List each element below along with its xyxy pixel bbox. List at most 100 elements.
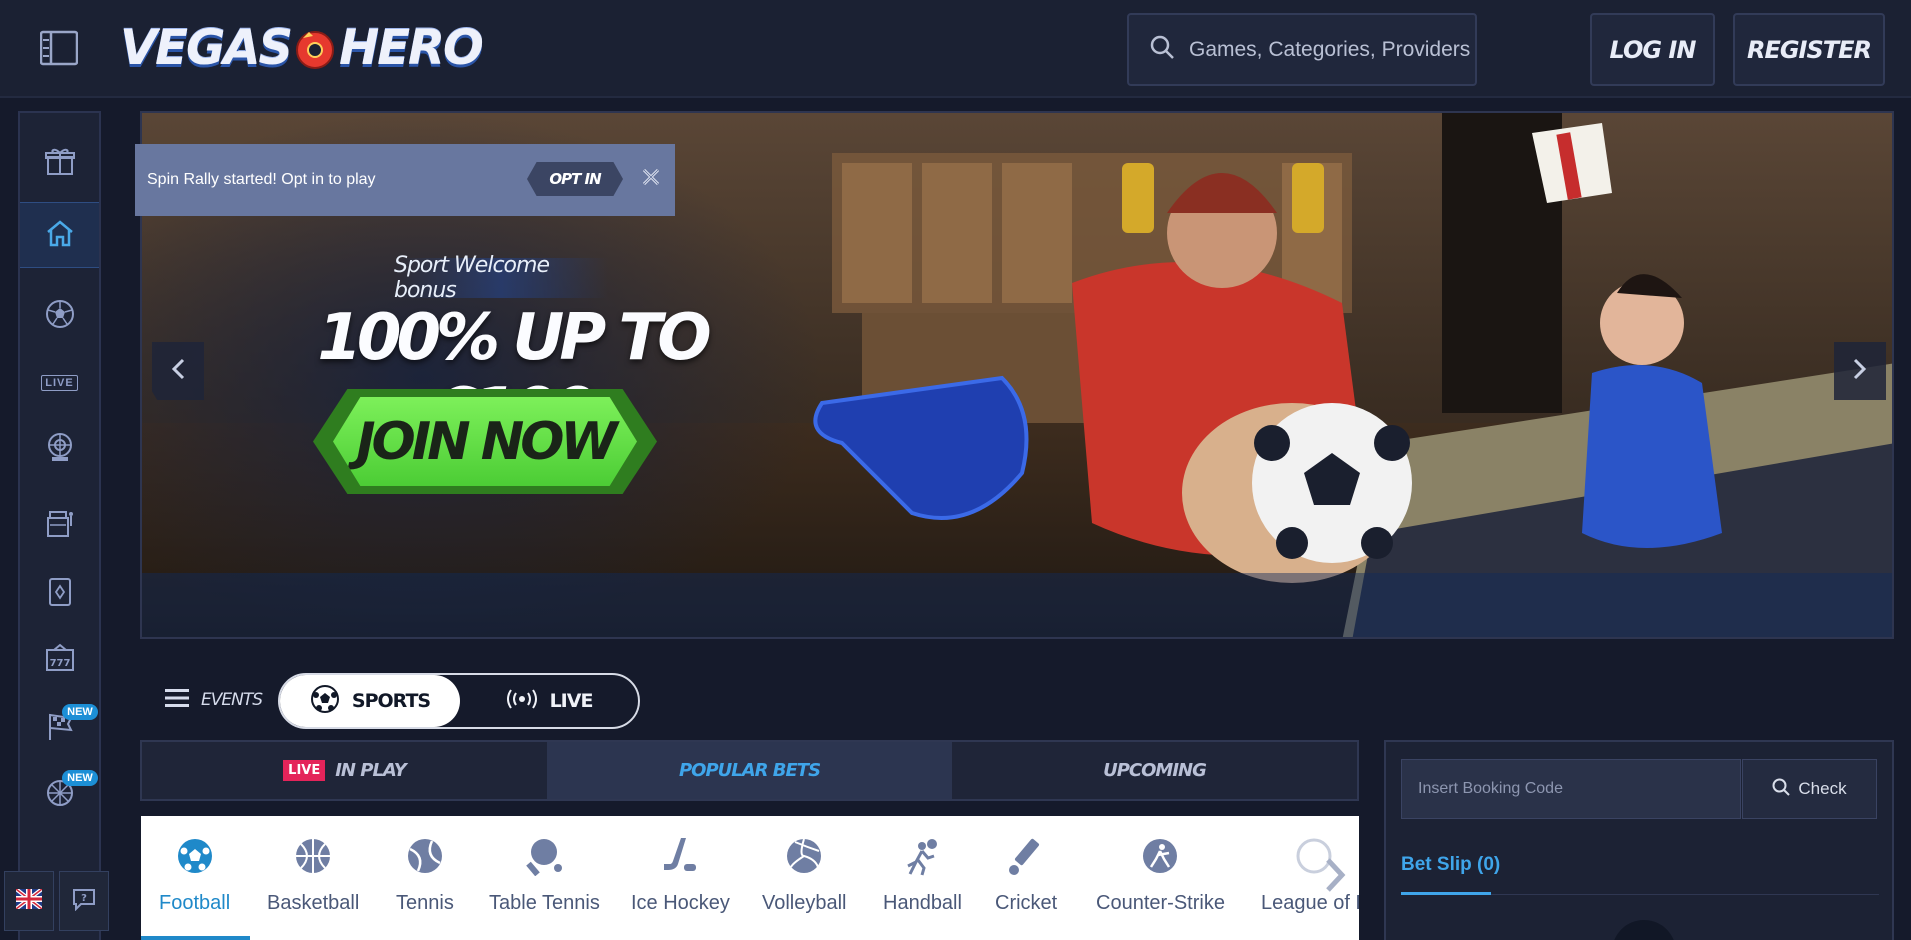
sport-item-ice-hockey[interactable]: Ice Hockey [631, 816, 730, 940]
tennis-icon [405, 836, 445, 876]
ice-hockey-icon [660, 836, 700, 876]
live-toggle-label: LIVE [549, 690, 594, 712]
gift-icon [44, 145, 76, 182]
promo-subtitle: Sport Welcome bonus [394, 253, 608, 303]
sport-item-tennis[interactable]: Tennis [396, 816, 454, 940]
bet-slip-tab-indicator [1401, 892, 1491, 895]
menu-toggle-icon[interactable] [39, 30, 79, 66]
volleyball-icon [784, 836, 824, 876]
sports-ball-icon [44, 298, 76, 335]
basketball-icon [293, 836, 333, 876]
slots-icon: 777 [44, 642, 76, 679]
events-label: EVENTS [201, 690, 263, 710]
chevron-right-icon [1310, 858, 1360, 914]
sports-toggle-label: SPORTS [351, 690, 431, 712]
language-selector[interactable] [4, 871, 54, 931]
help-chat-button[interactable]: ? [59, 871, 109, 931]
sport-label: Handball [883, 892, 962, 914]
search-placeholder: Games, Categories, Providers [1189, 37, 1471, 61]
logo-text-left: VEGAS [120, 20, 293, 76]
tab-in-play[interactable]: LIVE IN PLAY [142, 742, 547, 799]
counter-strike-icon [1140, 836, 1180, 876]
new-badge: NEW [62, 770, 98, 786]
sport-item-football[interactable]: Football [141, 816, 251, 940]
sport-item-table-tennis[interactable]: Table Tennis [489, 816, 600, 940]
sport-item-counter-strike[interactable]: Counter-Strike [1096, 816, 1225, 940]
banner-next-button[interactable] [1834, 342, 1886, 400]
hamburger-icon [165, 687, 189, 714]
sidebar-item-live-casino[interactable] [20, 416, 99, 482]
tab-in-play-label: IN PLAY [335, 760, 407, 781]
events-tabs: LIVE IN PLAY POPULAR BETS UPCOMING [140, 740, 1359, 801]
svg-text:?: ? [81, 893, 87, 904]
donut-logo-icon [293, 26, 337, 70]
opt-in-button[interactable]: OPT IN [527, 162, 623, 196]
login-button[interactable]: LOG IN [1590, 13, 1715, 86]
chevron-right-icon [1851, 357, 1869, 386]
check-button-label: Check [1798, 779, 1847, 798]
svg-text:777: 777 [49, 658, 70, 669]
handball-icon [902, 836, 942, 876]
home-icon [45, 219, 75, 252]
notification-text: Spin Rally started! Opt in to play [147, 171, 376, 188]
sport-label: Table Tennis [489, 892, 600, 914]
check-booking-button[interactable]: Check [1742, 759, 1877, 819]
sidebar-item-lottery[interactable] [20, 493, 99, 559]
top-header: VEGAS HERO Games, Categories, Providers … [0, 0, 1911, 98]
sport-label: Tennis [396, 892, 454, 914]
sports-category-strip: Football Basketball Tennis Table Tennis … [141, 816, 1359, 940]
new-badge: NEW [62, 704, 98, 720]
events-menu[interactable]: EVENTS [165, 672, 263, 728]
sport-label: Cricket [995, 892, 1058, 914]
sidebar-item-sports[interactable] [20, 283, 99, 349]
sport-label: Volleyball [762, 892, 847, 914]
football-icon [310, 684, 340, 719]
live-casino-icon [44, 431, 76, 468]
cricket-icon [1006, 836, 1046, 876]
booking-code-input[interactable]: Insert Booking Code [1401, 759, 1741, 819]
sport-item-volleyball[interactable]: Volleyball [762, 816, 847, 940]
sidebar-item-home[interactable] [20, 202, 99, 268]
broadcast-icon [506, 688, 538, 715]
bet-slip-empty-icon [1612, 920, 1676, 940]
left-sidebar: LIVE 777 NEW NEW [18, 111, 101, 940]
uk-flag-icon [14, 886, 44, 914]
sports-strip-next-button[interactable] [1310, 840, 1360, 910]
sport-item-basketball[interactable]: Basketball [267, 816, 359, 940]
join-now-button[interactable]: JOIN NOW [313, 389, 657, 494]
sport-label: Counter-Strike [1096, 892, 1225, 914]
tab-popular-bets[interactable]: POPULAR BETS [547, 742, 952, 799]
close-icon[interactable] [640, 166, 662, 188]
sidebar-item-live[interactable]: LIVE [20, 350, 99, 416]
sidebar-item-promotions[interactable] [20, 130, 99, 196]
tab-upcoming[interactable]: UPCOMING [952, 742, 1357, 799]
chevron-left-icon [169, 357, 187, 386]
sport-label: Football [159, 892, 231, 914]
logo-text-right: HERO [339, 20, 484, 76]
sidebar-item-slots[interactable]: 777 [20, 627, 99, 693]
sport-label: Ice Hockey [631, 892, 730, 914]
sport-item-handball[interactable]: Handball [883, 816, 962, 940]
table-tennis-icon [524, 836, 564, 876]
cards-icon [45, 575, 75, 612]
register-button[interactable]: REGISTER [1733, 13, 1885, 86]
lottery-icon [44, 508, 76, 545]
chat-help-icon: ? [71, 887, 97, 916]
football-icon [175, 836, 215, 876]
live-icon: LIVE [41, 375, 78, 391]
live-toggle-button[interactable]: LIVE [460, 675, 638, 727]
sports-toggle-button[interactable]: SPORTS [280, 675, 460, 727]
sport-item-cricket[interactable]: Cricket [995, 816, 1057, 940]
bet-slip-panel: Insert Booking Code Check Bet Slip (0) [1384, 740, 1894, 940]
sidebar-item-table-games[interactable] [20, 560, 99, 626]
search-input[interactable]: Games, Categories, Providers [1127, 13, 1477, 86]
live-badge: LIVE [283, 760, 326, 781]
search-icon [1772, 778, 1791, 801]
booking-code-placeholder: Insert Booking Code [1418, 780, 1563, 797]
search-icon [1149, 34, 1175, 66]
vegas-hero-logo[interactable]: VEGAS HERO [120, 16, 484, 80]
banner-prev-button[interactable] [152, 342, 204, 400]
join-now-label: JOIN NOW [333, 397, 637, 486]
bet-slip-title[interactable]: Bet Slip (0) [1401, 854, 1500, 876]
sports-live-toggle: SPORTS LIVE [278, 673, 640, 729]
